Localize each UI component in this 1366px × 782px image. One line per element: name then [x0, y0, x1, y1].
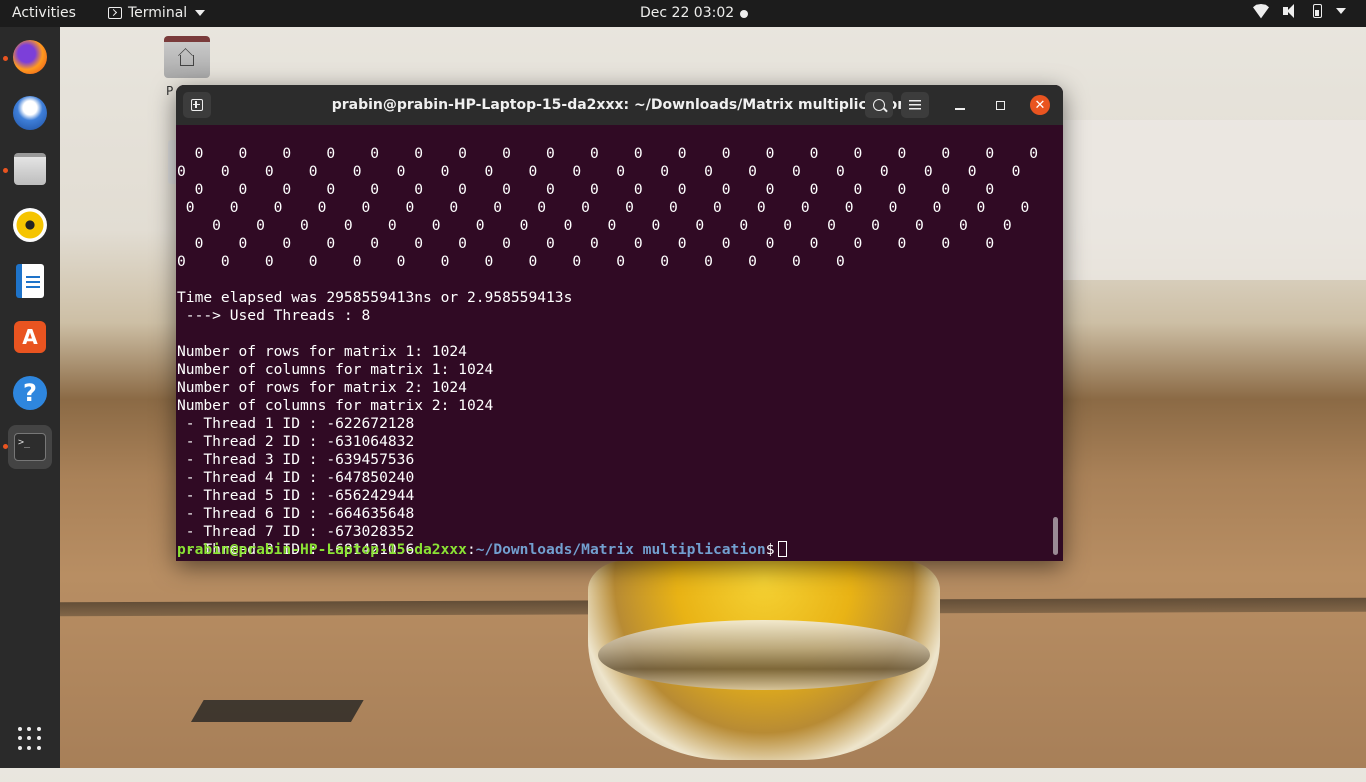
text-cursor — [777, 541, 787, 557]
clock[interactable]: Dec 22 03:02 — [640, 5, 734, 21]
hamburger-menu-icon — [909, 100, 921, 110]
prompt-line[interactable]: prabin@prabin-HP-Laptop-15-da2xxx:~/Down… — [176, 541, 787, 559]
files-icon — [14, 153, 46, 185]
terminal-output[interactable]: 0 0 0 0 0 0 0 0 0 0 0 0 0 0 0 0 0 0 0 00… — [176, 127, 1057, 561]
dock-writer[interactable] — [8, 259, 52, 303]
output-line: 0 0 0 0 0 0 0 0 0 0 0 0 0 0 0 0 0 0 0 0 — [177, 199, 1030, 216]
minimize-icon — [955, 108, 965, 110]
close-icon: ✕ — [1034, 97, 1046, 113]
maximize-button[interactable] — [990, 95, 1010, 115]
background-shelf — [1060, 120, 1366, 280]
close-button[interactable]: ✕ — [1030, 95, 1050, 115]
search-button[interactable] — [865, 92, 893, 118]
prompt-colon: : — [466, 541, 476, 558]
dock-rhythmbox[interactable] — [8, 203, 52, 247]
chevron-down-icon — [195, 10, 206, 16]
new-tab-button[interactable] — [183, 92, 211, 118]
menu-button[interactable] — [901, 92, 929, 118]
thread-line: - Thread 7 ID : -673028352 — [177, 523, 415, 540]
dock-thunderbird[interactable] — [8, 91, 52, 135]
dock-software[interactable]: A — [8, 315, 52, 359]
minimize-button[interactable] — [950, 95, 970, 115]
output-line: 0 0 0 0 0 0 0 0 0 0 0 0 0 0 0 0 0 0 0 0 — [177, 163, 1021, 180]
app-menu[interactable]: Terminal — [108, 5, 206, 21]
scrollbar[interactable] — [1053, 517, 1058, 555]
background-jar-band — [598, 620, 930, 690]
info-line: Number of rows for matrix 1: 1024 — [177, 343, 467, 360]
output-line: 0 0 0 0 0 0 0 0 0 0 0 0 0 0 0 0 0 0 0 0 — [177, 145, 1039, 162]
battery-icon — [1313, 4, 1322, 18]
thread-line: - Thread 3 ID : -639457536 — [177, 451, 415, 468]
home-icon — [180, 54, 194, 66]
output-line: 0 0 0 0 0 0 0 0 0 0 0 0 0 0 0 0 — [177, 253, 845, 270]
home-folder-icon[interactable] — [164, 36, 210, 78]
rhythmbox-icon — [13, 208, 47, 242]
threads-used-line: ---> Used Threads : 8 — [177, 307, 371, 324]
volume-icon — [1283, 4, 1299, 18]
help-icon: ? — [13, 376, 47, 410]
title-bar[interactable]: prabin@prabin-HP-Laptop-15-da2xxx: ~/Dow… — [176, 85, 1063, 125]
dock-terminal[interactable]: >_ — [8, 425, 52, 469]
terminal-small-icon — [108, 7, 122, 19]
thread-line: - Thread 2 ID : -631064832 — [177, 433, 415, 450]
terminal-icon: >_ — [14, 433, 46, 461]
thread-line: - Thread 5 ID : -656242944 — [177, 487, 415, 504]
activities-button[interactable]: Activities — [12, 5, 76, 21]
window-title: prabin@prabin-HP-Laptop-15-da2xxx: ~/Dow… — [331, 97, 908, 113]
libreoffice-writer-icon — [16, 264, 44, 298]
info-line: Number of columns for matrix 1: 1024 — [177, 361, 494, 378]
ubuntu-software-icon: A — [14, 321, 46, 353]
background-number-seven — [156, 700, 364, 782]
terminal-window[interactable]: prabin@prabin-HP-Laptop-15-da2xxx: ~/Dow… — [176, 85, 1063, 561]
search-icon — [873, 99, 885, 111]
info-line: Number of rows for matrix 2: 1024 — [177, 379, 467, 396]
new-tab-icon — [191, 99, 203, 111]
wifi-icon — [1253, 4, 1269, 18]
desktop-icon-label: P — [166, 84, 174, 98]
prompt-path: ~/Downloads/Matrix multiplication — [475, 541, 766, 558]
dock-help[interactable]: ? — [8, 371, 52, 415]
show-applications-icon[interactable] — [18, 727, 42, 751]
system-tray[interactable] — [1253, 4, 1346, 18]
dock: A ? >_ — [0, 27, 60, 768]
thread-line: - Thread 4 ID : -647850240 — [177, 469, 415, 486]
output-line: 0 0 0 0 0 0 0 0 0 0 0 0 0 0 0 0 0 0 0 — [177, 235, 995, 252]
output-line: 0 0 0 0 0 0 0 0 0 0 0 0 0 0 0 0 0 0 0 — [177, 181, 995, 198]
notification-dot-icon — [740, 10, 748, 18]
top-bar: Activities Terminal Dec 22 03:02 — [0, 0, 1366, 27]
prompt-dollar: $ — [765, 541, 775, 558]
prompt-user-host: prabin@prabin-HP-Laptop-15-da2xxx — [177, 541, 467, 558]
firefox-icon — [13, 40, 47, 74]
thread-line: - Thread 1 ID : -622672128 — [177, 415, 415, 432]
info-line: Number of columns for matrix 2: 1024 — [177, 397, 494, 414]
chevron-down-icon — [1336, 8, 1346, 14]
dock-firefox[interactable] — [8, 35, 52, 79]
output-line: 0 0 0 0 0 0 0 0 0 0 0 0 0 0 0 0 0 0 0 — [177, 217, 1012, 234]
time-elapsed-line: Time elapsed was 2958559413ns or 2.95855… — [177, 289, 573, 306]
thread-line: - Thread 6 ID : -664635648 — [177, 505, 415, 522]
thunderbird-icon — [13, 96, 47, 130]
maximize-icon — [995, 100, 1005, 110]
app-menu-label: Terminal — [128, 5, 188, 21]
dock-files[interactable] — [8, 147, 52, 191]
